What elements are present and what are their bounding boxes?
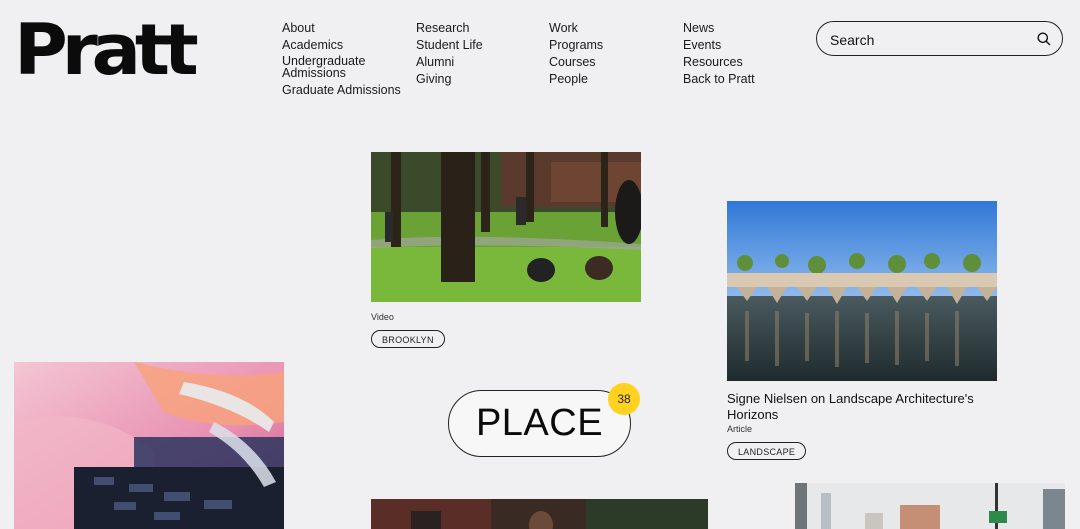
- brooklyn-tag[interactable]: BROOKLYN: [371, 330, 445, 348]
- nav-column-3: Work Programs Courses People: [549, 20, 603, 88]
- nav-link-news[interactable]: News: [683, 20, 755, 37]
- video-thumbnail[interactable]: [371, 152, 641, 302]
- nav-link-alumni[interactable]: Alumni: [416, 54, 483, 71]
- nav-column-1: About Academics Undergraduate Admissions…: [282, 20, 401, 99]
- article-title[interactable]: Signe Nielsen on Landscape Architecture'…: [727, 391, 987, 423]
- nav-column-2: Research Student Life Alumni Giving: [416, 20, 483, 88]
- nav-link-about[interactable]: About: [282, 20, 401, 37]
- pratt-logo[interactable]: Pratt: [14, 14, 199, 86]
- nav-link-events[interactable]: Events: [683, 37, 755, 54]
- nav-link-resources[interactable]: Resources: [683, 54, 755, 71]
- nav-link-undergraduate-admissions[interactable]: Undergraduate Admissions: [282, 55, 374, 79]
- place-pill-button[interactable]: PLACE: [448, 390, 631, 457]
- article-thumbnail[interactable]: [727, 201, 997, 381]
- city-thumbnail[interactable]: [795, 483, 1065, 529]
- video-type-label: Video: [371, 312, 394, 322]
- nav-link-people[interactable]: People: [549, 71, 603, 88]
- search-box[interactable]: [816, 21, 1063, 56]
- city-street-image: [795, 483, 1065, 529]
- portrait-thumbnail[interactable]: [371, 499, 708, 529]
- pink-installation-image: [14, 362, 284, 529]
- nav-link-research[interactable]: Research: [416, 20, 483, 37]
- park-scene-image: [371, 152, 641, 302]
- nav-link-giving[interactable]: Giving: [416, 71, 483, 88]
- nav-link-graduate-admissions[interactable]: Graduate Admissions: [282, 82, 401, 99]
- nav-link-programs[interactable]: Programs: [549, 37, 603, 54]
- landscape-tag[interactable]: LANDSCAPE: [727, 442, 807, 460]
- nav-link-academics[interactable]: Academics: [282, 37, 401, 54]
- portrait-image: [371, 499, 708, 529]
- search-input[interactable]: [828, 30, 1032, 50]
- nav-link-work[interactable]: Work: [549, 20, 603, 37]
- installation-thumbnail[interactable]: [14, 362, 284, 529]
- nav-link-courses[interactable]: Courses: [549, 54, 603, 71]
- nav-column-4: News Events Resources Back to Pratt: [683, 20, 755, 88]
- nav-link-back-to-pratt[interactable]: Back to Pratt: [683, 71, 755, 88]
- article-type-label: Article: [727, 424, 753, 434]
- place-count-badge: 38: [608, 383, 640, 415]
- nav-link-student-life[interactable]: Student Life: [416, 37, 483, 54]
- search-icon[interactable]: [1036, 31, 1052, 47]
- pier-park-image: [727, 201, 997, 381]
